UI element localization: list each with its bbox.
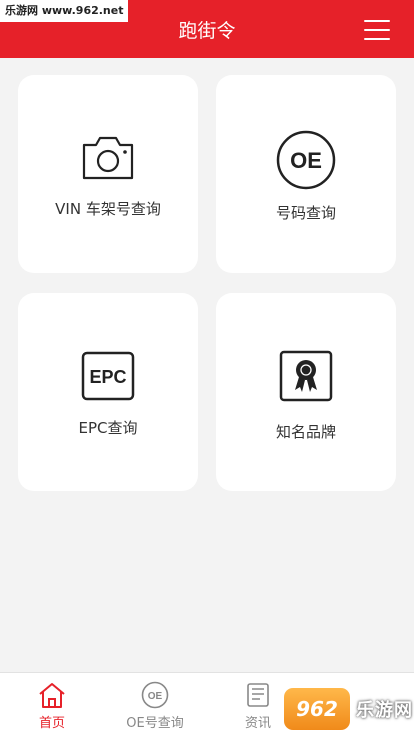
- oe-tab-icon-text: OE: [148, 691, 163, 702]
- oe-circle-icon: OE: [216, 130, 396, 190]
- watermark-logo: 962: [284, 688, 350, 730]
- oe-number-query-card[interactable]: OE 号码查询: [216, 75, 396, 273]
- menu-icon[interactable]: [364, 20, 390, 40]
- award-icon: [216, 350, 396, 402]
- page-title: 跑街令: [178, 20, 236, 42]
- oe-number-query-label: 号码查询: [275, 204, 336, 222]
- epc-query-label: EPC查询: [78, 419, 138, 437]
- epc-icon-text: EPC: [89, 367, 126, 387]
- oe-tab-icon: OE: [110, 681, 200, 709]
- tab-oe-query[interactable]: OE OE号查询: [110, 673, 200, 737]
- vin-query-card[interactable]: VIN 车架号查询: [18, 75, 198, 273]
- epc-query-card[interactable]: EPC EPC查询: [18, 293, 198, 491]
- tab-home[interactable]: 首页: [7, 673, 97, 737]
- camera-icon: [18, 135, 198, 185]
- watermark-badge: 962 乐游网: [274, 678, 414, 736]
- oe-icon-text: OE: [290, 148, 322, 173]
- tab-home-label: 首页: [38, 716, 65, 731]
- app-header: 乐游网 www.962.net 跑街令: [0, 0, 414, 58]
- vin-query-label: VIN 车架号查询: [55, 200, 161, 218]
- tab-oe-query-label: OE号查询: [126, 716, 184, 731]
- famous-brands-label: 知名品牌: [275, 423, 336, 441]
- home-icon: [7, 681, 97, 709]
- epc-icon: EPC: [18, 351, 198, 401]
- watermark-badge-text: 乐游网: [356, 700, 413, 721]
- famous-brands-card[interactable]: 知名品牌: [216, 293, 396, 491]
